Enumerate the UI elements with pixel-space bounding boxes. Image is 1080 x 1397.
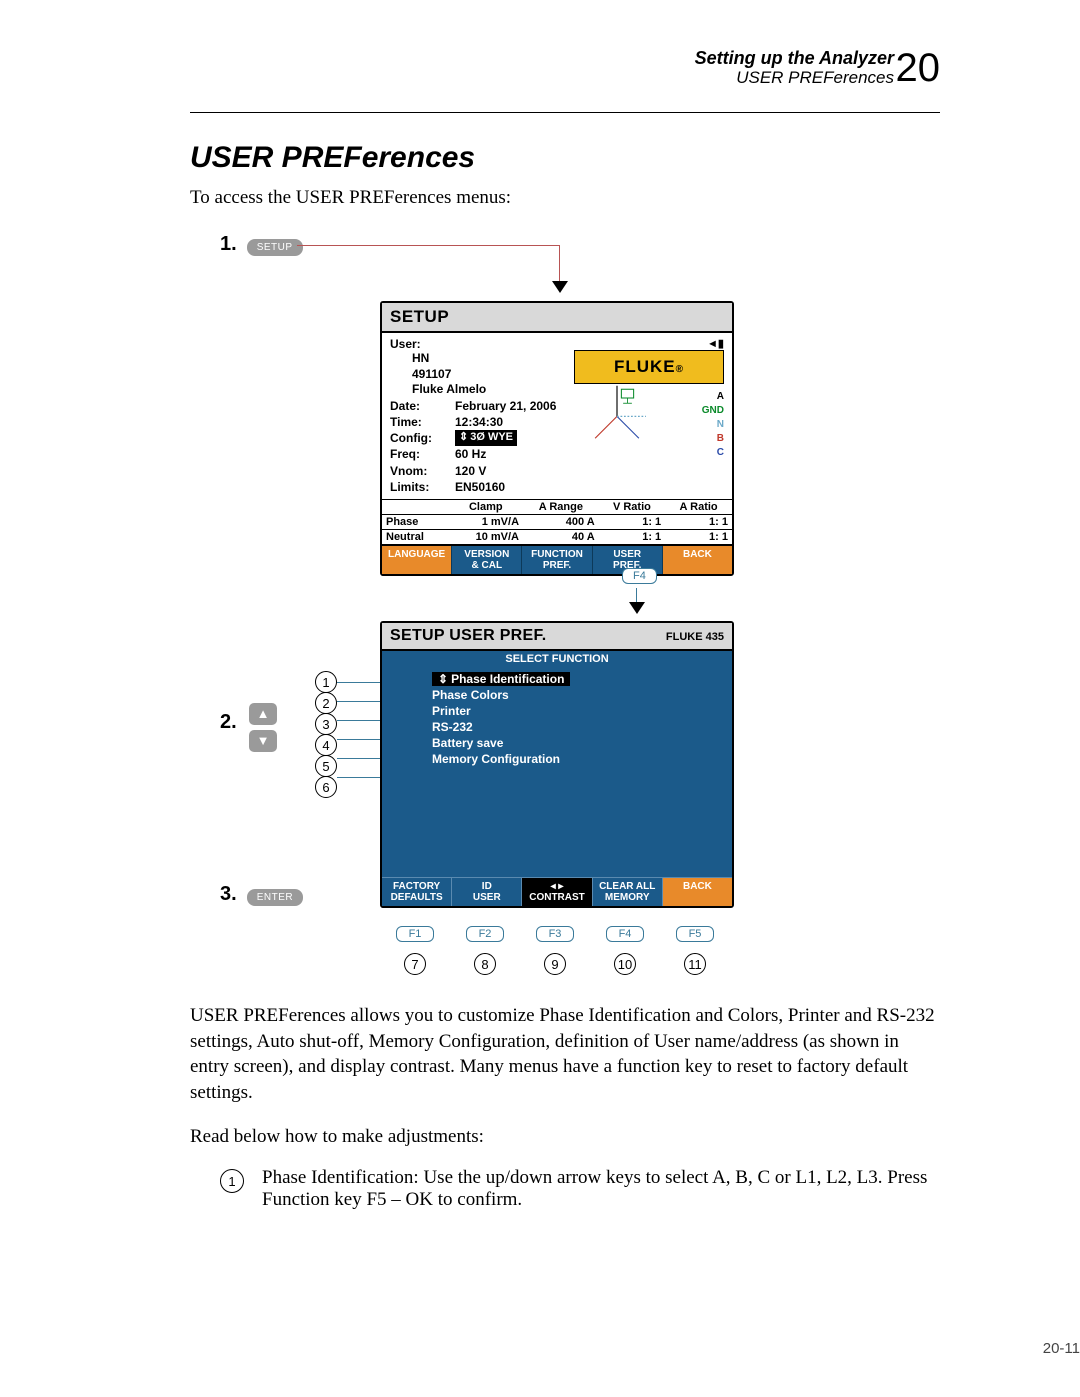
step-3-number: 3. [220,883,237,905]
description-para-2: Read below how to make adjustments: [190,1124,940,1150]
intro-text: To access the USER PREFerences menus: [190,187,940,209]
arrow-down-icon [552,281,568,293]
callout-7: 7 [404,953,426,975]
softkey-bar-2: FACTORY DEFAULTS ID USER ◂ ▸ CONTRAST CL… [382,877,732,906]
flow-line [297,245,559,246]
battery-icon: ◄▮ [574,337,724,350]
callout-10: 10 [614,953,636,975]
softkey-back: BACK [663,546,732,574]
time-value: 12:34:30 [455,414,503,430]
callout-2: 2 [315,692,337,714]
setup-key: SETUP [247,239,303,256]
header-title: Setting up the Analyzer [695,48,894,69]
f1-label: F1 [396,926,435,942]
softkey-factory: FACTORY DEFAULTS [382,878,452,906]
config-label: Config: [390,430,445,446]
callout-5: 5 [315,755,337,777]
connector [337,720,380,721]
softkey-func-pref: FUNCTION PREF. [522,546,592,574]
menu-printer: Printer [382,703,732,719]
up-key: ▲ [249,703,277,725]
model-label: FLUKE 435 [666,631,724,643]
softkey-back-2: BACK [663,878,732,906]
time-label: Time: [390,414,445,430]
user-pref-title: SETUP USER PREF. [390,627,547,645]
chapter-number: 20 [896,46,941,91]
callout-column: 1 2 3 4 5 6 [315,671,337,797]
step-3: 3. ENTER [220,883,303,906]
softkey-language: LANGUAGE [382,546,452,574]
step-1: 1. SETUP [220,233,303,256]
bottom-callouts: 7 8 9 10 11 [380,953,730,975]
f3-label: F3 [536,926,575,942]
user-label: User: [390,337,574,351]
flow-line [559,245,560,283]
page-number: 20-11 [1043,1340,1080,1357]
setup-titlebar: SETUP [382,303,732,333]
date-value: February 21, 2006 [455,398,556,414]
f4-key-label: F4 [622,568,657,584]
freq-value: 60 Hz [455,446,486,462]
user-pref-screen: SETUP USER PREF. FLUKE 435 SELECT FUNCTI… [380,621,734,908]
menu-battery-save: Battery save [382,735,732,751]
description-para-1: USER PREFerences allows you to customize… [190,1003,940,1106]
softkey-version: VERSION & CAL [452,546,522,574]
limits-label: Limits: [390,479,445,495]
f2-label: F2 [466,926,505,942]
f4-label: F4 [606,926,645,942]
freq-label: Freq: [390,446,445,462]
connector [337,701,380,702]
softkey-contrast: ◂ ▸ CONTRAST [522,878,592,906]
function-key-labels: F1 F2 F3 F4 F5 [380,926,730,942]
callout-8: 8 [474,953,496,975]
config-value: 3Ø WYE [455,430,517,446]
down-key: ▼ [249,730,277,752]
user-line: Fluke Almelo [390,382,574,398]
procedure-diagram: 1. SETUP SETUP User: HN 491107 Fluke Alm… [190,233,940,993]
menu-memory-config: Memory Configuration [382,751,732,767]
connector [337,758,380,759]
callout-3: 3 [315,713,337,735]
header-subtitle: USER PREFerences [736,68,894,88]
callout-4: 4 [315,734,337,756]
date-label: Date: [390,398,445,414]
wye-diagram-icon [582,377,652,447]
user-line: 491107 [390,367,574,383]
select-function-bar: SELECT FUNCTION [382,651,732,667]
arrow-down-icon [629,602,645,614]
page-title: USER PREFerences [190,141,940,175]
softkey-clear-memory: CLEAR ALL MEMORY [593,878,663,906]
header-rule [190,112,940,113]
callout-9: 9 [544,953,566,975]
step-1-number: 1. [220,233,237,255]
softkey-bar: LANGUAGE VERSION & CAL FUNCTION PREF. US… [382,544,732,574]
menu-phase-id: Phase Identification [432,672,570,686]
clamp-table: Clamp A Range V Ratio A Ratio Phase1 mV/… [382,499,732,544]
step-2-number: 2. [220,711,237,734]
table-row: Phase1 mV/A 400 A1: 1 1: 1 [382,514,732,529]
softkey-id-user: ID USER [452,878,522,906]
f5-label: F5 [676,926,715,942]
connector [337,777,380,778]
vnom-value: 120 V [455,463,486,479]
arrow-keypad: ▲ ▼ [249,703,277,757]
vnom-label: Vnom: [390,463,445,479]
connector [337,682,380,683]
pref-menu: Phase Identification Phase Colors Printe… [382,667,732,877]
callout-1: 1 [315,671,337,693]
def-callout-1: 1 [220,1169,244,1193]
enter-key: ENTER [247,889,303,906]
page-header: Setting up the Analyzer USER PREFerences… [190,48,940,106]
definition-row: 1 Phase Identification: Use the up/down … [190,1167,940,1211]
def-text-1: Phase Identification: Use the up/down ar… [262,1167,940,1211]
user-line: HN [390,351,574,367]
limits-value: EN50160 [455,479,505,495]
setup-screen: SETUP User: HN 491107 Fluke Almelo Date:… [380,301,734,576]
menu-phase-colors: Phase Colors [382,687,732,703]
table-row: Neutral10 mV/A 40 A1: 1 1: 1 [382,529,732,544]
connector [337,739,380,740]
menu-rs232: RS-232 [382,719,732,735]
callout-11: 11 [684,953,706,975]
callout-6: 6 [315,776,337,798]
